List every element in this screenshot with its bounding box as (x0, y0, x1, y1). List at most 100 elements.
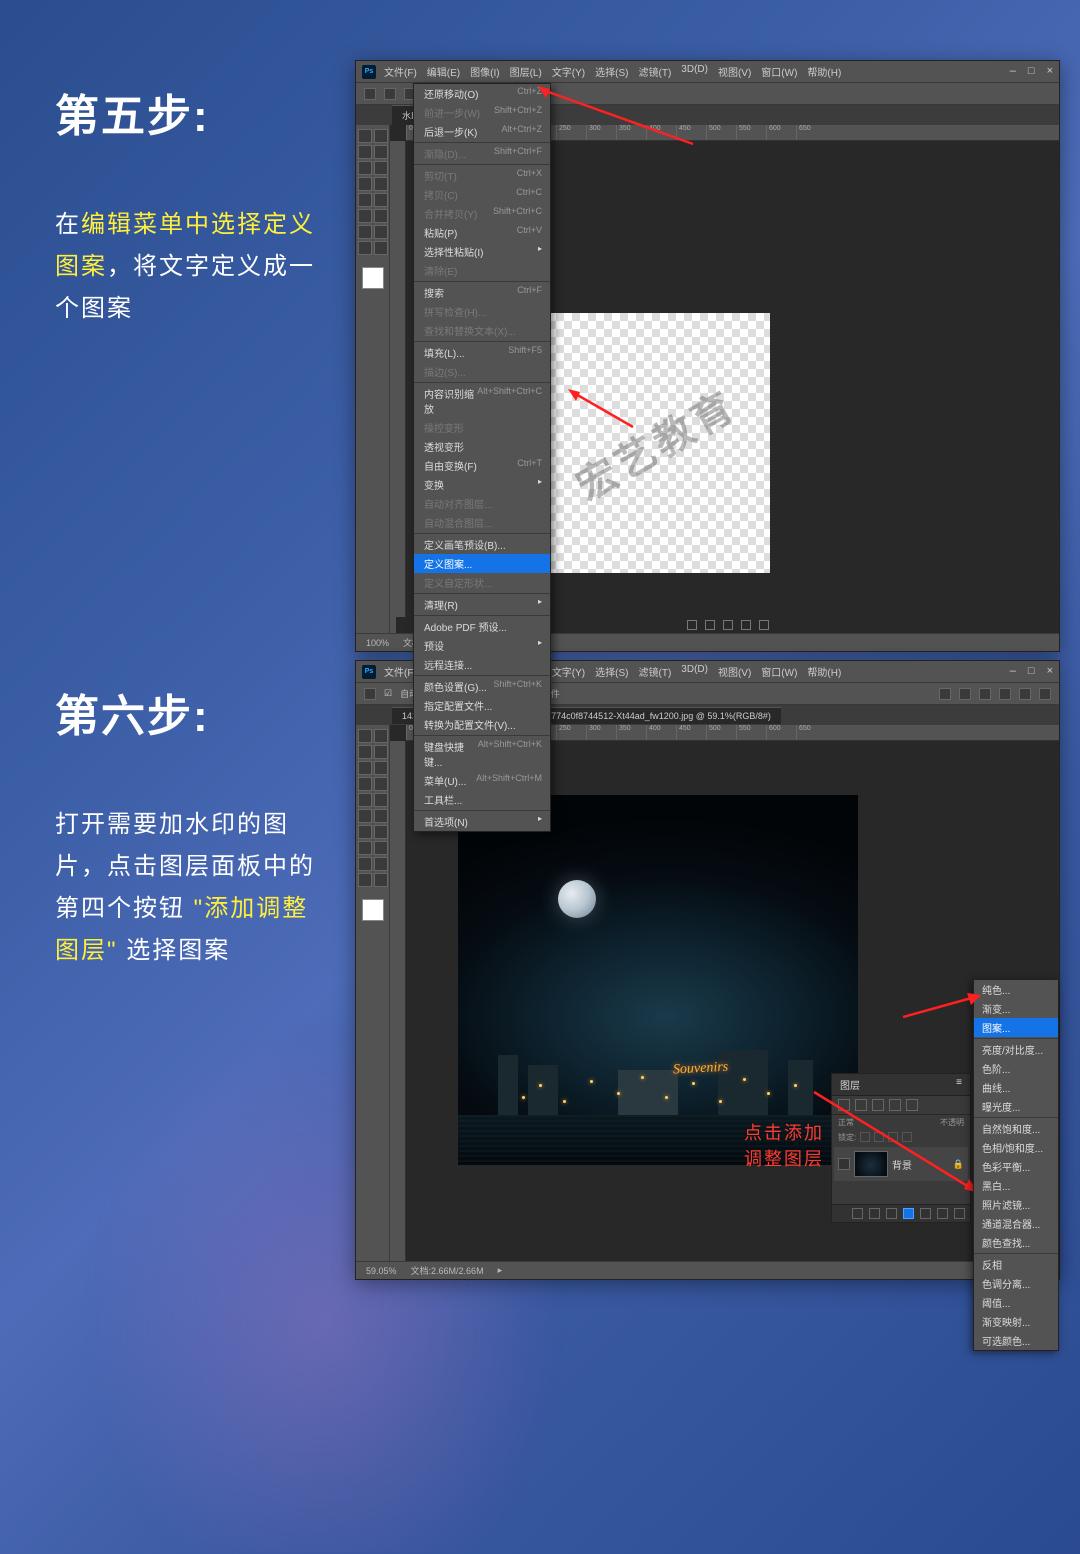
filter-icon[interactable] (889, 1099, 901, 1111)
chevron-right-icon[interactable]: ▸ (498, 1265, 503, 1276)
adj-colorbalance[interactable]: 色彩平衡... (974, 1157, 1058, 1176)
adj-colorlookup[interactable]: 颜色查找... (974, 1233, 1058, 1252)
layer-row[interactable]: 背景 🔒 (834, 1147, 968, 1181)
menu-cut[interactable]: 剪切(T)Ctrl+X (414, 166, 550, 185)
color-swatch-icon[interactable] (362, 899, 384, 921)
dist-icon[interactable] (1019, 688, 1031, 700)
path-tool-icon[interactable] (358, 225, 372, 239)
eyedropper-tool-icon[interactable] (374, 761, 388, 775)
menu-type[interactable]: 文字(Y) (552, 64, 585, 79)
align-icon[interactable] (959, 688, 971, 700)
menu-filter[interactable]: 滤镜(T) (639, 664, 672, 679)
menu-defineshape[interactable]: 定义自定形状... (414, 573, 550, 592)
adj-threshold[interactable]: 阈值... (974, 1293, 1058, 1312)
close-icon[interactable]: × (1047, 665, 1053, 677)
menu-paste[interactable]: 粘贴(P)Ctrl+V (414, 223, 550, 242)
hand-tool-icon[interactable] (358, 241, 372, 255)
adj-invert[interactable]: 反相 (974, 1255, 1058, 1274)
shape-tool-icon[interactable] (374, 857, 388, 871)
adj-gradmap[interactable]: 渐变映射... (974, 1312, 1058, 1331)
opt-icon[interactable] (384, 88, 396, 100)
artboard-tool-icon[interactable] (374, 129, 388, 143)
adj-solid[interactable]: 纯色... (974, 980, 1058, 999)
menu-3d[interactable]: 3D(D) (681, 664, 708, 679)
filter-icon[interactable] (872, 1099, 884, 1111)
menu-perspective[interactable]: 透视变形 (414, 437, 550, 456)
visibility-icon[interactable] (838, 1158, 850, 1170)
trash-icon[interactable] (954, 1208, 965, 1219)
adj-levels[interactable]: 色阶... (974, 1059, 1058, 1078)
adj-bw[interactable]: 黑白... (974, 1176, 1058, 1195)
brush-tool-icon[interactable] (374, 777, 388, 791)
panel-menu-icon[interactable]: ≡ (956, 1077, 962, 1092)
menu-convertprofile[interactable]: 转换为配置文件(V)... (414, 715, 550, 734)
crop-tool-icon[interactable] (358, 161, 372, 175)
fx-icon[interactable] (869, 1208, 880, 1219)
menu-contentaware[interactable]: 内容识别缩放Alt+Shift+Ctrl+C (414, 384, 550, 418)
adj-hue[interactable]: 色相/饱和度... (974, 1138, 1058, 1157)
marquee-tool-icon[interactable] (358, 745, 372, 759)
lasso-tool-icon[interactable] (374, 745, 388, 759)
align-icon[interactable] (939, 688, 951, 700)
menu-purge[interactable]: 清理(R)▸ (414, 595, 550, 614)
zoom-tool-icon[interactable] (374, 873, 388, 887)
lock-icon[interactable] (860, 1132, 870, 1142)
menu-fade[interactable]: 渐隐(D)...Shift+Ctrl+F (414, 144, 550, 163)
menu-layer[interactable]: 图层(L) (510, 64, 542, 79)
menu-file[interactable]: 文件(F) (384, 64, 417, 79)
filter-icon[interactable] (906, 1099, 918, 1111)
lock-icon[interactable] (902, 1132, 912, 1142)
dist-icon[interactable] (999, 688, 1011, 700)
menu-puppet[interactable]: 操控变形 (414, 418, 550, 437)
brush-tool-icon[interactable] (358, 177, 372, 191)
menu-definebrush[interactable]: 定义画笔预设(B)... (414, 535, 550, 554)
color-swatch-icon[interactable] (362, 267, 384, 289)
menu-spellcheck[interactable]: 拼写检查(H)... (414, 302, 550, 321)
menu-copymerged[interactable]: 合并拷贝(Y)Shift+Ctrl+C (414, 204, 550, 223)
eraser-tool-icon[interactable] (358, 193, 372, 207)
new-layer-icon[interactable] (937, 1208, 948, 1219)
menu-remote[interactable]: 远程连接... (414, 655, 550, 674)
icon[interactable] (759, 620, 769, 630)
menu-copy[interactable]: 拷贝(C)Ctrl+C (414, 185, 550, 204)
menu-edit[interactable]: 编辑(E) (427, 64, 460, 79)
menu-undo[interactable]: 还原移动(O)Ctrl+Z (414, 84, 550, 103)
menu-findreplace[interactable]: 查找和替换文本(X)... (414, 321, 550, 340)
menu-menus[interactable]: 菜单(U)...Alt+Shift+Ctrl+M (414, 771, 550, 790)
maximize-icon[interactable]: □ (1028, 65, 1035, 77)
adj-selective[interactable]: 可选颜色... (974, 1331, 1058, 1350)
tool-preset-icon[interactable] (364, 88, 376, 100)
clone-tool-icon[interactable] (374, 177, 388, 191)
blend-mode[interactable]: 正常 (838, 1117, 854, 1128)
adj-vibrance[interactable]: 自然饱和度... (974, 1119, 1058, 1138)
menu-search[interactable]: 搜索Ctrl+F (414, 283, 550, 302)
menu-filter[interactable]: 滤镜(T) (639, 64, 672, 79)
shape-tool-icon[interactable] (374, 225, 388, 239)
align-icon[interactable] (979, 688, 991, 700)
menu-definepattern[interactable]: 定义图案... (414, 554, 550, 573)
marquee-tool-icon[interactable] (358, 145, 372, 159)
close-icon[interactable]: × (1047, 65, 1053, 77)
menu-stepback[interactable]: 后退一步(K)Alt+Ctrl+Z (414, 122, 550, 141)
pen-tool-icon[interactable] (358, 841, 372, 855)
hand-tool-icon[interactable] (358, 873, 372, 887)
group-icon[interactable] (920, 1208, 931, 1219)
menu-autoblend[interactable]: 自动混合图层... (414, 513, 550, 532)
menu-help[interactable]: 帮助(H) (807, 64, 841, 79)
path-tool-icon[interactable] (358, 857, 372, 871)
icon[interactable] (687, 620, 697, 630)
menu-fill[interactable]: 填充(L)...Shift+F5 (414, 343, 550, 362)
menu-view[interactable]: 视图(V) (718, 664, 751, 679)
blur-tool-icon[interactable] (358, 825, 372, 839)
menu-help[interactable]: 帮助(H) (807, 664, 841, 679)
menu-clear[interactable]: 清除(E) (414, 261, 550, 280)
gradient-tool-icon[interactable] (374, 193, 388, 207)
maximize-icon[interactable]: □ (1028, 665, 1035, 677)
menu-stroke[interactable]: 描边(S)... (414, 362, 550, 381)
icon[interactable] (705, 620, 715, 630)
adj-photofilter[interactable]: 照片滤镜... (974, 1195, 1058, 1214)
menu-shortcuts[interactable]: 键盘快捷键...Alt+Shift+Ctrl+K (414, 737, 550, 771)
gradient-tool-icon[interactable] (374, 809, 388, 823)
move-tool-icon[interactable] (364, 688, 376, 700)
menu-select[interactable]: 选择(S) (595, 64, 628, 79)
